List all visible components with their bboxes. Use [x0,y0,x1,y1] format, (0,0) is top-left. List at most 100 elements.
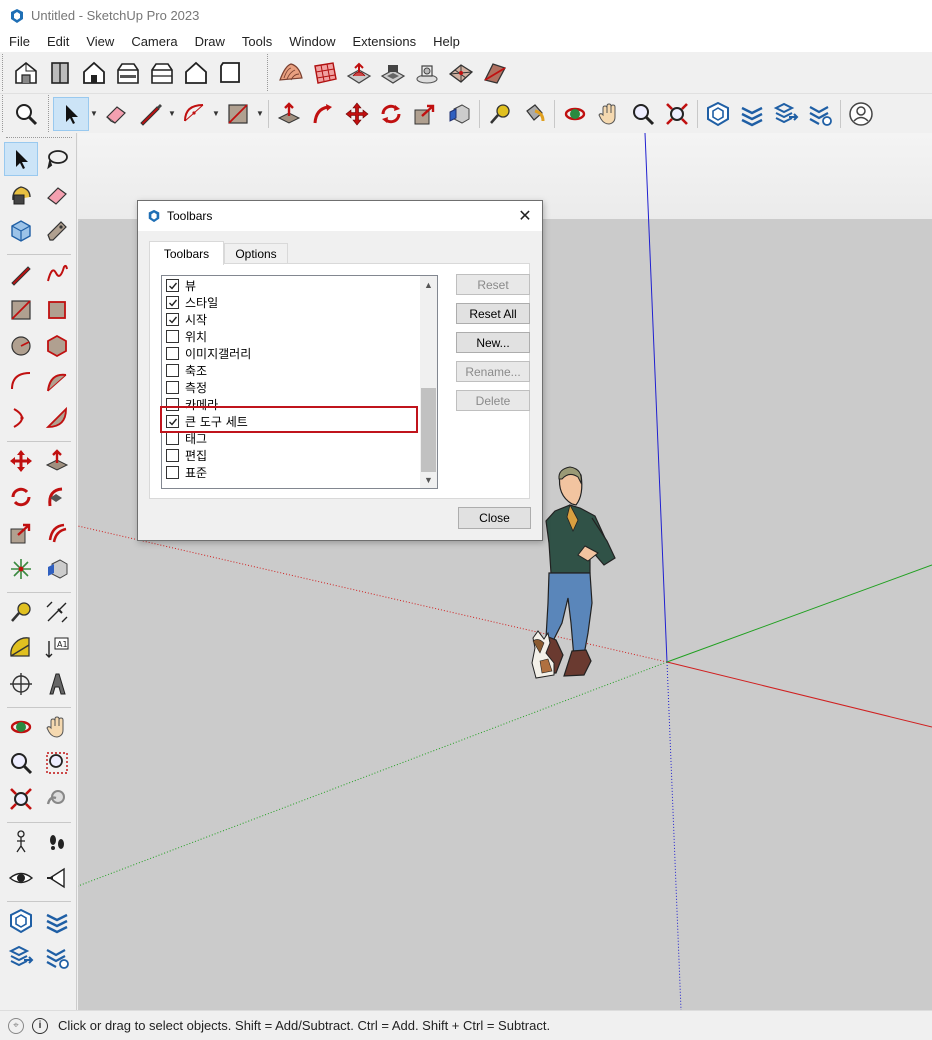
line-tool-icon[interactable] [4,257,38,291]
text-tool-icon[interactable]: A1 [40,631,74,665]
position-texture-icon[interactable] [4,552,38,586]
select-tool-icon[interactable] [4,142,38,176]
zoom-extents-icon[interactable] [4,782,38,816]
rectangle-tool-icon[interactable] [4,293,38,327]
extension-manager-icon[interactable] [803,97,837,131]
pie-tool-icon[interactable] [40,401,74,435]
sandbox-contours-icon[interactable] [274,56,308,90]
menu-edit[interactable]: Edit [38,31,77,52]
arc-tool-icon[interactable] [177,97,211,131]
list-item[interactable]: 위치 [166,328,207,345]
position-camera-icon[interactable] [4,825,38,859]
geo-location-icon[interactable]: ⌖ [8,1017,24,1034]
line-tool-icon[interactable] [133,97,167,131]
warehouse-icon[interactable] [701,97,735,131]
right-view-icon[interactable] [111,56,145,90]
extension-warehouse-icon[interactable] [40,904,74,938]
scroll-thumb[interactable] [421,388,436,472]
new-toolbar-button[interactable]: New... [456,332,530,353]
previous-view-icon[interactable] [40,782,74,816]
top-view-icon[interactable] [43,56,77,90]
offset-tool-icon[interactable] [442,97,476,131]
list-item[interactable]: 측정 [166,379,207,396]
zoom-extents-icon[interactable] [660,97,694,131]
back-view-icon[interactable] [145,56,179,90]
walk-footprints-icon[interactable] [40,825,74,859]
zoom-tool-icon[interactable] [626,97,660,131]
checkbox[interactable] [166,449,179,462]
lasso-select-icon[interactable] [40,142,74,176]
arc-tool-icon[interactable] [4,365,38,399]
scroll-down-icon[interactable]: ▼ [420,471,437,488]
zoom-icon[interactable] [9,97,43,131]
reset-all-button[interactable]: Reset All [456,303,530,324]
rotated-rectangle-icon[interactable] [40,293,74,327]
menu-file[interactable]: File [0,31,38,52]
axes-tool-icon[interactable] [4,667,38,701]
rotate-tool-icon[interactable] [4,480,38,514]
extension-manager-icon[interactable] [40,940,74,974]
account-icon[interactable] [844,97,878,131]
make-component-icon[interactable] [4,178,38,212]
checkbox[interactable] [166,279,179,292]
push-pull-icon[interactable] [40,444,74,478]
offset-tool-icon[interactable] [40,516,74,550]
chevron-down-icon[interactable]: ▼ [167,97,177,131]
move-tool-icon[interactable] [340,97,374,131]
checkbox[interactable] [166,330,179,343]
scale-tool-icon[interactable] [4,516,38,550]
three-point-arc-icon[interactable] [4,401,38,435]
menu-help[interactable]: Help [424,31,468,52]
drape-icon[interactable] [410,56,444,90]
checkbox[interactable] [166,347,179,360]
chevron-down-icon[interactable]: ▼ [89,97,99,131]
tag-tool-icon[interactable] [40,214,74,248]
two-point-arc-icon[interactable] [40,365,74,399]
outer-shell-icon[interactable] [40,552,74,586]
list-item[interactable]: 편집 [166,447,207,464]
list-item[interactable]: 축조 [166,362,207,379]
freehand-icon[interactable] [40,257,74,291]
pan-hand-icon[interactable] [592,97,626,131]
rotate-tool-icon[interactable] [374,97,408,131]
eraser-icon[interactable] [40,178,74,212]
menu-tools[interactable]: Tools [233,31,280,52]
checkbox[interactable] [166,432,179,445]
menu-camera[interactable]: Camera [122,31,185,52]
bottom-view-icon[interactable] [213,56,247,90]
close-button[interactable]: Close [458,507,531,529]
zoom-tool-icon[interactable] [4,746,38,780]
iso-view-icon[interactable] [9,56,43,90]
layout-send-icon[interactable] [4,940,38,974]
delete-button[interactable]: Delete [456,390,530,411]
3d-text-icon[interactable] [40,667,74,701]
rectangle-tool-icon[interactable] [221,97,255,131]
menu-window[interactable]: Window [280,31,343,52]
checkbox[interactable] [166,466,179,479]
toolbar-list[interactable]: 뷰 스타일 시작 위치 이미지갤러리 축조 측정 카메라 큰 도구 세트 태그 편집 표준 ▲ ▼ [161,275,438,489]
front-view-icon[interactable] [77,56,111,90]
dimension-tool-icon[interactable] [40,595,74,629]
tape-measure-icon[interactable] [4,595,38,629]
info-icon[interactable]: i [32,1017,48,1034]
orbit-icon[interactable] [4,710,38,744]
scroll-up-icon[interactable]: ▲ [420,276,437,293]
orbit-icon[interactable] [558,97,592,131]
pan-hand-icon[interactable] [40,710,74,744]
list-item[interactable]: 시작 [166,311,207,328]
add-detail-icon[interactable] [444,56,478,90]
extension-warehouse-icon[interactable] [735,97,769,131]
checkbox[interactable] [166,296,179,309]
look-around-eye-icon[interactable] [4,861,38,895]
paint-bucket-icon[interactable] [517,97,551,131]
scale-tool-icon[interactable] [408,97,442,131]
chevron-down-icon[interactable]: ▼ [211,97,221,131]
follow-me-icon[interactable] [40,480,74,514]
dialog-title-bar[interactable]: Toolbars ✕ [138,201,542,231]
checkbox[interactable] [166,381,179,394]
move-tool-icon[interactable] [4,444,38,478]
follow-me-icon[interactable] [306,97,340,131]
list-scrollbar[interactable]: ▲ ▼ [420,276,437,488]
flip-edge-icon[interactable] [478,56,512,90]
zoom-window-icon[interactable] [40,746,74,780]
